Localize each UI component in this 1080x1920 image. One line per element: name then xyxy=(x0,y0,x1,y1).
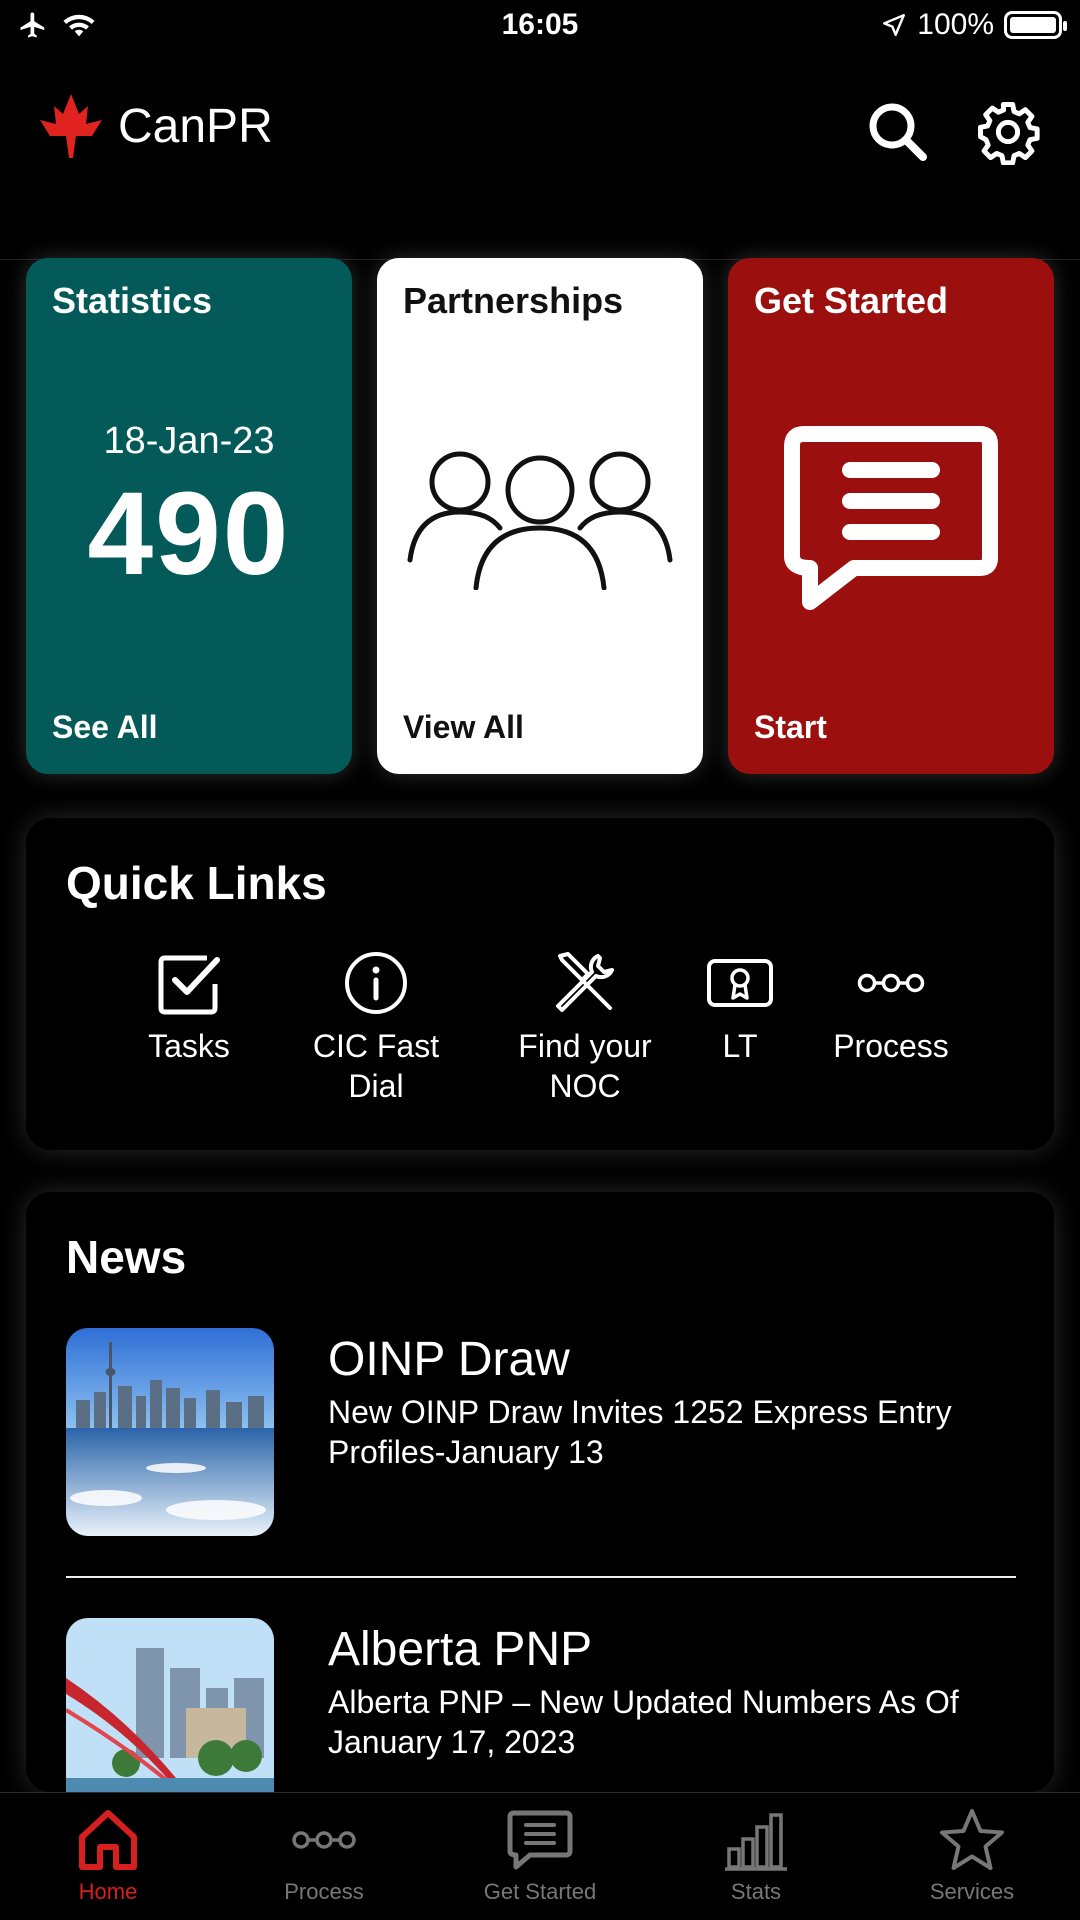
get-started-tile[interactable]: Get Started Start xyxy=(728,258,1054,774)
quick-link-tasks[interactable]: Tasks xyxy=(124,948,254,1066)
tools-icon xyxy=(556,952,614,1012)
news-title: News xyxy=(66,1231,187,1283)
process-icon xyxy=(292,1831,356,1849)
tab-label: Get Started xyxy=(483,1879,597,1904)
checkbox-icon xyxy=(158,955,220,1015)
quick-links-title: Quick Links xyxy=(66,857,327,909)
news-divider xyxy=(66,1576,1016,1578)
app-name: CanPR xyxy=(118,99,273,153)
quick-link-label: Find your NOC xyxy=(518,1028,652,1104)
battery-icon xyxy=(1004,11,1067,39)
quick-link-label: LT xyxy=(722,1028,758,1064)
tab-label: Stats xyxy=(730,1879,782,1904)
news-item-alberta[interactable]: Alberta PNP Alberta PNP – New Updated Nu… xyxy=(66,1618,1016,1792)
tab-label: Home xyxy=(78,1879,138,1904)
info-icon xyxy=(345,952,407,1014)
get-started-title: Get Started xyxy=(754,280,949,321)
start-link[interactable]: Start xyxy=(754,709,827,746)
status-right: 100% xyxy=(881,8,1067,42)
tab-stats[interactable]: Stats xyxy=(648,1807,864,1905)
tab-home[interactable]: Home xyxy=(0,1807,216,1905)
quick-link-label: Tasks xyxy=(148,1028,230,1064)
quick-link-find-noc[interactable]: Find your NOC xyxy=(472,948,698,1106)
tab-label: Services xyxy=(929,1879,1015,1904)
statistics-title: Statistics xyxy=(52,280,213,321)
quick-link-label: Process xyxy=(833,1028,949,1064)
brand: CanPR xyxy=(36,92,273,160)
news-card: News OINP Draw New OINP Draw Invites 125… xyxy=(26,1192,1054,1792)
statistics-tile[interactable]: Statistics 18-Jan-23 490 See All xyxy=(26,258,352,774)
battery-percent: 100% xyxy=(917,8,994,41)
home-icon xyxy=(79,1810,137,1870)
message-icon xyxy=(784,426,998,610)
partnerships-title: Partnerships xyxy=(403,280,624,321)
people-group-icon-wrap xyxy=(377,448,703,590)
quick-link-cic-fast-dial[interactable]: CIC Fast Dial xyxy=(276,948,476,1106)
search-button[interactable] xyxy=(860,94,936,170)
bar-chart-icon xyxy=(725,1813,787,1871)
search-icon xyxy=(869,103,927,161)
location-arrow-icon xyxy=(883,14,906,36)
news-item-title: Alberta PNP xyxy=(328,1623,593,1676)
status-bar: 16:05 100% xyxy=(0,0,1080,56)
tab-get-started[interactable]: Get Started xyxy=(432,1807,648,1905)
quick-link-label: CIC Fast Dial xyxy=(312,1028,440,1104)
news-thumbnail-calgary xyxy=(66,1618,274,1792)
news-item-title: OINP Draw xyxy=(328,1333,570,1386)
statistics-date: 18-Jan-23 xyxy=(103,420,275,462)
news-item-description: New OINP Draw Invites 1252 Express Entry… xyxy=(328,1394,952,1470)
statistics-value: 490 xyxy=(87,468,291,600)
people-group-icon xyxy=(407,451,673,590)
gear-icon xyxy=(978,102,1040,165)
message-icon xyxy=(507,1810,573,1870)
quick-link-process[interactable]: Process xyxy=(816,948,966,1066)
view-all-link[interactable]: View All xyxy=(403,709,524,746)
maple-leaf-logo-icon xyxy=(40,94,102,158)
star-icon xyxy=(940,1809,1004,1870)
process-icon xyxy=(857,973,925,993)
settings-button[interactable] xyxy=(970,94,1046,170)
tab-label: Process xyxy=(284,1879,364,1904)
news-item-oinp[interactable]: OINP Draw New OINP Draw Invites 1252 Exp… xyxy=(66,1328,1016,1536)
partnerships-tile[interactable]: Partnerships View All xyxy=(377,258,703,774)
tab-services[interactable]: Services xyxy=(864,1807,1080,1905)
certificate-icon xyxy=(707,959,773,1007)
news-thumbnail-toronto xyxy=(66,1328,274,1536)
app-header: CanPR xyxy=(0,56,1080,260)
message-icon-wrap xyxy=(728,426,1054,610)
quick-links-card: Quick Links Tasks CIC Fast Dial Find you… xyxy=(26,818,1054,1150)
news-item-description: Alberta PNP – New Updated Numbers As Of … xyxy=(328,1684,959,1760)
tab-process[interactable]: Process xyxy=(216,1807,432,1905)
tab-bar: Home Process Get Started Stats Services xyxy=(0,1792,1080,1920)
quick-link-lt[interactable]: LT xyxy=(690,948,790,1066)
see-all-link[interactable]: See All xyxy=(52,709,158,746)
